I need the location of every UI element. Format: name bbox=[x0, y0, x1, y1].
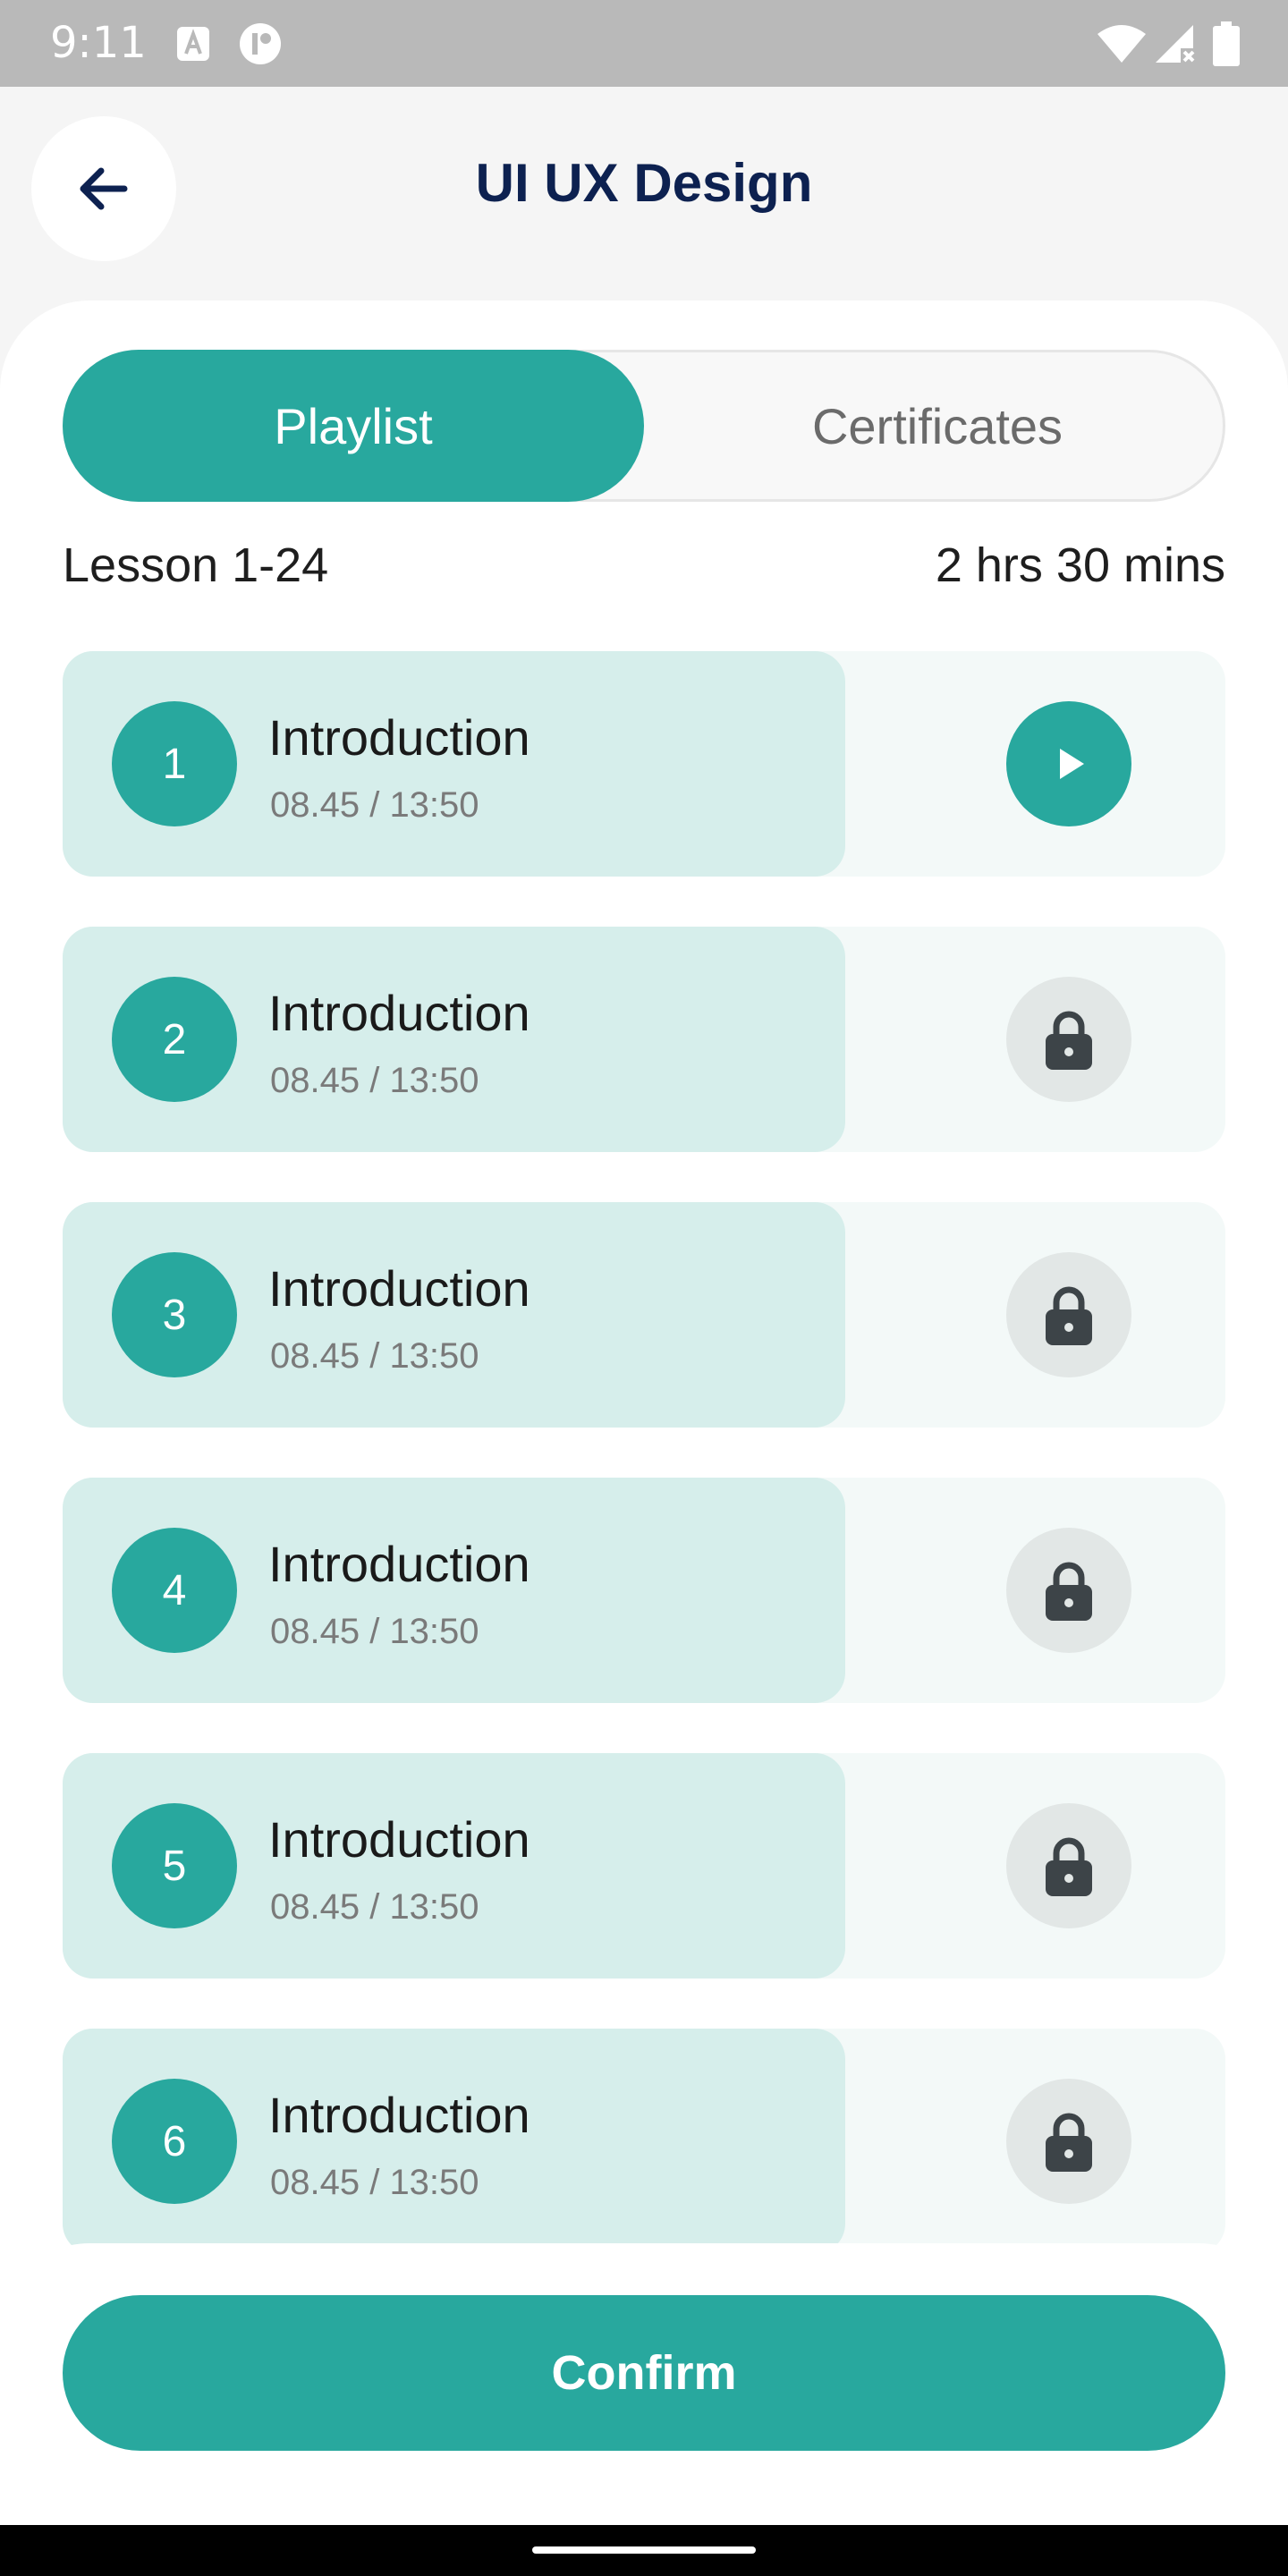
lesson-row[interactable]: 6 Introduction 08.45 / 13:50 bbox=[63, 2029, 1225, 2254]
signal-icon bbox=[1156, 25, 1195, 63]
lesson-info: 5 Introduction 08.45 / 13:50 bbox=[63, 1753, 845, 1979]
lesson-number-badge: 3 bbox=[112, 1252, 237, 1377]
play-button[interactable] bbox=[1006, 701, 1131, 826]
lock-icon bbox=[1046, 1286, 1092, 1345]
total-duration: 2 hrs 30 mins bbox=[935, 538, 1225, 592]
lesson-time: 08.45 / 13:50 bbox=[270, 785, 479, 825]
status-bar: 9:11 bbox=[0, 0, 1288, 87]
lesson-info: 2 Introduction 08.45 / 13:50 bbox=[63, 927, 845, 1152]
play-icon bbox=[1060, 749, 1084, 779]
lesson-list: 1 Introduction 08.45 / 13:50 2 Introduct… bbox=[63, 651, 1225, 2304]
locked-indicator bbox=[1006, 1803, 1131, 1928]
lesson-title: Introduction bbox=[268, 709, 530, 766]
confirm-button[interactable]: Confirm bbox=[63, 2295, 1225, 2451]
status-time: 9:11 bbox=[50, 18, 147, 68]
tab-switcher: Playlist Certificates bbox=[63, 350, 1225, 502]
lesson-number-badge: 6 bbox=[112, 2079, 237, 2204]
lesson-row[interactable]: 5 Introduction 08.45 / 13:50 bbox=[63, 1753, 1225, 1979]
lesson-row[interactable]: 2 Introduction 08.45 / 13:50 bbox=[63, 927, 1225, 1152]
lesson-title: Introduction bbox=[268, 1260, 530, 1317]
lesson-info: 6 Introduction 08.45 / 13:50 bbox=[63, 2029, 845, 2254]
tab-certificates[interactable]: Certificates bbox=[647, 350, 1228, 502]
locked-indicator bbox=[1006, 2079, 1131, 2204]
page-title: UI UX Design bbox=[475, 153, 813, 213]
home-indicator[interactable] bbox=[532, 2546, 756, 2554]
lesson-time: 08.45 / 13:50 bbox=[270, 2163, 479, 2202]
lock-icon bbox=[1046, 1562, 1092, 1621]
lesson-info: 4 Introduction 08.45 / 13:50 bbox=[63, 1478, 845, 1703]
lesson-time: 08.45 / 13:50 bbox=[270, 1061, 479, 1100]
lesson-number-badge: 4 bbox=[112, 1528, 237, 1653]
lock-icon bbox=[1046, 1837, 1092, 1896]
locked-indicator bbox=[1006, 1528, 1131, 1653]
lesson-info: 3 Introduction 08.45 / 13:50 bbox=[63, 1202, 845, 1428]
lesson-number-badge: 5 bbox=[112, 1803, 237, 1928]
lesson-range: Lesson 1-24 bbox=[63, 538, 329, 592]
lock-icon bbox=[1046, 2113, 1092, 2172]
lock-icon bbox=[1046, 1011, 1092, 1070]
lesson-time: 08.45 / 13:50 bbox=[270, 1336, 479, 1376]
locked-indicator bbox=[1006, 977, 1131, 1102]
locked-indicator bbox=[1006, 1252, 1131, 1377]
lesson-title: Introduction bbox=[268, 1811, 530, 1868]
tab-playlist[interactable]: Playlist bbox=[63, 350, 644, 502]
wifi-icon bbox=[1097, 25, 1146, 63]
lesson-number-badge: 1 bbox=[112, 701, 237, 826]
system-nav-bar bbox=[0, 2525, 1288, 2576]
content-sheet: Playlist Certificates Lesson 1-24 2 hrs … bbox=[0, 301, 1288, 2394]
lesson-number-badge: 2 bbox=[112, 977, 237, 1102]
lesson-row[interactable]: 3 Introduction 08.45 / 13:50 bbox=[63, 1202, 1225, 1428]
lesson-row[interactable]: 1 Introduction 08.45 / 13:50 bbox=[63, 651, 1225, 877]
bottom-action-bar: Confirm bbox=[0, 2243, 1288, 2525]
lesson-time: 08.45 / 13:50 bbox=[270, 1612, 479, 1651]
text-notification-icon bbox=[177, 27, 209, 61]
lesson-info: 1 Introduction 08.45 / 13:50 bbox=[63, 651, 845, 877]
lesson-time: 08.45 / 13:50 bbox=[270, 1887, 479, 1927]
battery-icon bbox=[1213, 21, 1240, 66]
lesson-title: Introduction bbox=[268, 2087, 530, 2143]
app-notification-icon bbox=[240, 23, 281, 64]
lesson-title: Introduction bbox=[268, 1536, 530, 1592]
lesson-row[interactable]: 4 Introduction 08.45 / 13:50 bbox=[63, 1478, 1225, 1703]
lesson-title: Introduction bbox=[268, 985, 530, 1041]
